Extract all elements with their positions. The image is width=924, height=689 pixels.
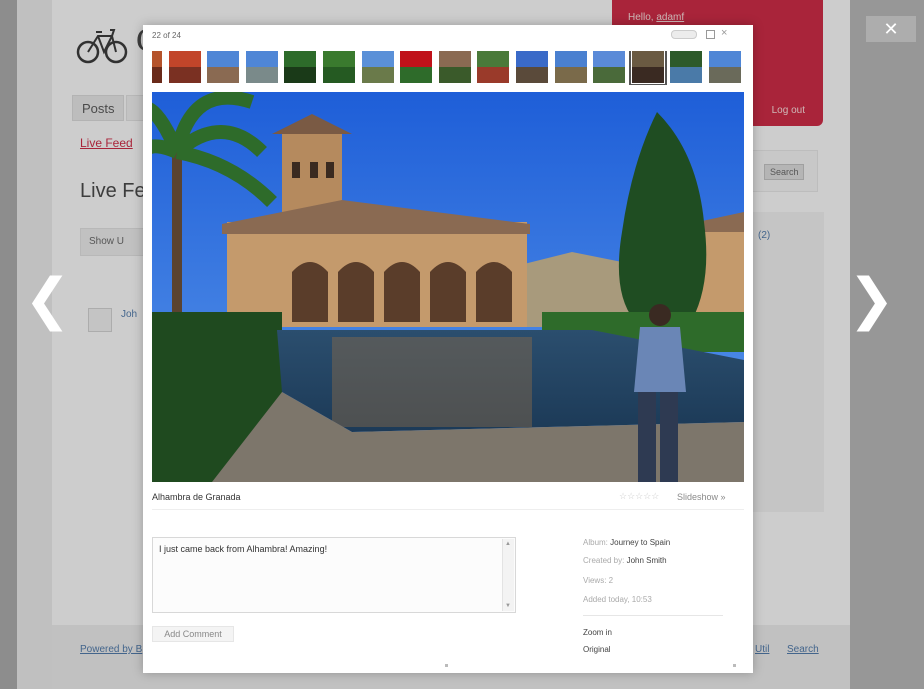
main-photo: [152, 92, 744, 482]
original-size-link[interactable]: Original: [583, 645, 611, 654]
creator-link[interactable]: John Smith: [627, 556, 667, 565]
meta-created-by: Created by: John Smith: [583, 556, 667, 565]
divider: [152, 509, 744, 510]
meta-album: Album: Journey to Spain: [583, 538, 671, 547]
thumbnail[interactable]: [400, 51, 433, 83]
thumbnail[interactable]: [438, 51, 471, 83]
thumbnail[interactable]: [554, 51, 587, 83]
photo-caption: Alhambra de Granada: [152, 492, 241, 502]
thumbnail[interactable]: [152, 51, 162, 83]
previous-image-icon[interactable]: ❮: [24, 270, 71, 330]
meta-added: Added today, 10:53: [583, 595, 652, 604]
image-viewer: 22 of 24 × Alhambra de Granada ☆☆☆☆☆ Sli…: [143, 25, 753, 673]
thumbnail[interactable]: [593, 51, 626, 83]
thumbnail[interactable]: [245, 51, 278, 83]
thumbnail[interactable]: [168, 51, 201, 83]
close-viewer-button[interactable]: ✕: [866, 16, 916, 42]
thumbnail[interactable]: [361, 51, 394, 83]
thumbnail[interactable]: [709, 51, 741, 83]
meta-divider: [583, 615, 723, 616]
thumbnail-strip: [152, 51, 744, 85]
zoom-in-link[interactable]: Zoom in: [583, 628, 612, 637]
thumbnail[interactable]: [628, 51, 667, 85]
overlay-left-strip: [0, 0, 17, 689]
overlay-right-strip: [850, 0, 924, 689]
thumbnail[interactable]: [207, 51, 240, 83]
thumbnail[interactable]: [477, 51, 510, 83]
image-counter: 22 of 24: [152, 31, 181, 40]
comment-scrollbar[interactable]: ▲ ▼: [502, 539, 514, 611]
thumbnail[interactable]: [516, 51, 548, 83]
album-link[interactable]: Journey to Spain: [610, 538, 670, 547]
meta-views: Views: 2: [583, 576, 614, 585]
scroll-up-icon[interactable]: ▲: [505, 541, 511, 547]
thumbnail[interactable]: [323, 51, 355, 83]
thumbnail[interactable]: [284, 51, 317, 83]
close-icon[interactable]: ×: [721, 28, 727, 39]
alhambra-photo: [152, 92, 744, 482]
scroll-down-icon[interactable]: ▼: [505, 603, 511, 609]
next-image-icon[interactable]: ❯: [848, 270, 895, 330]
maximize-icon[interactable]: [706, 30, 715, 39]
add-comment-button[interactable]: Add Comment: [152, 626, 234, 642]
comment-input[interactable]: I just came back from Alhambra! Amazing!: [152, 537, 516, 613]
resize-marker: [733, 664, 736, 667]
scroll-marker: [445, 664, 448, 667]
rating-stars[interactable]: ☆☆☆☆☆: [619, 491, 659, 502]
slideshow-button[interactable]: Slideshow »: [677, 492, 726, 502]
thumbnail[interactable]: [670, 51, 703, 83]
zoom-toggle-icon[interactable]: [671, 30, 697, 39]
